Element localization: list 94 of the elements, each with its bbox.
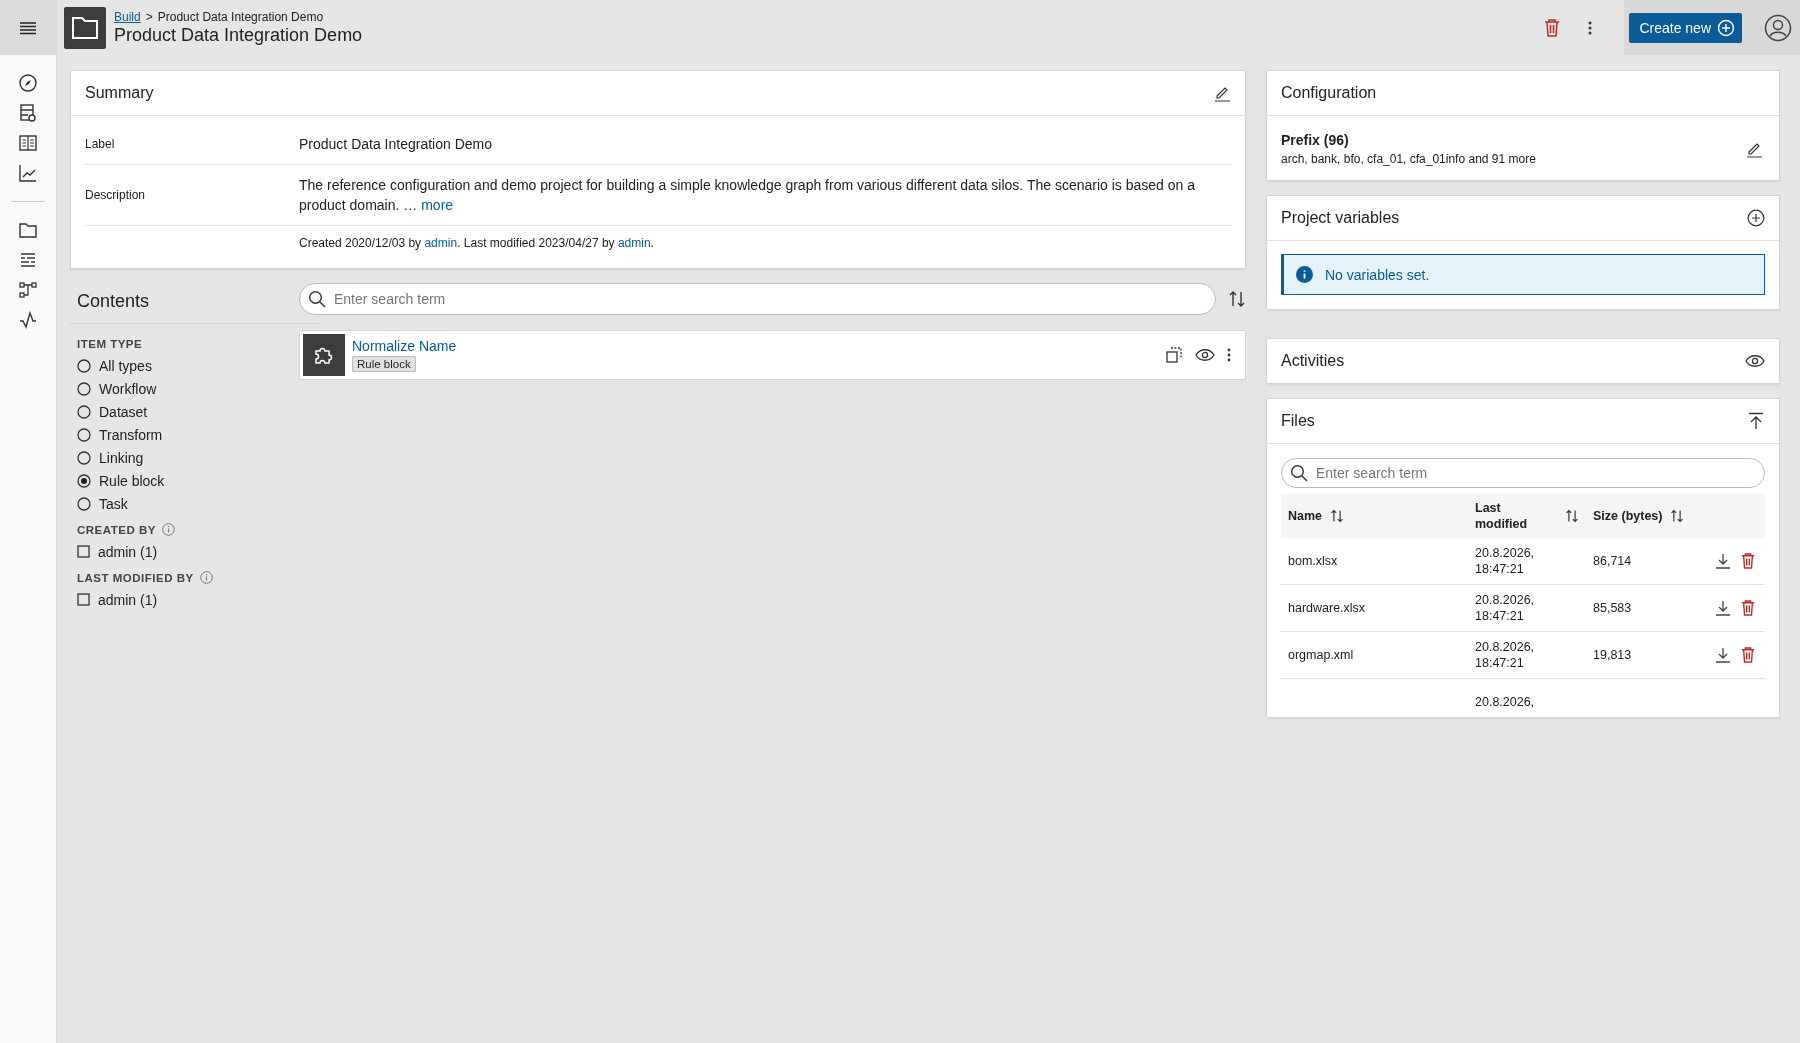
- search-field[interactable]: Enter search term: [299, 283, 1216, 315]
- more-icon[interactable]: [1227, 348, 1231, 362]
- card-title: Configuration: [1281, 84, 1377, 102]
- field-value: The reference configuration and demo project for building a simple knowledge graph from various different data silos. The scenario is based on a product domain. … more: [299, 176, 1196, 215]
- filter-radio[interactable]: Task: [77, 492, 299, 515]
- card-title: Project variables: [1281, 209, 1400, 227]
- download-icon[interactable]: [1715, 553, 1731, 569]
- item-link[interactable]: Normalize Name: [352, 338, 457, 354]
- table-cell-text: 20.8.2026, 18:47:21: [1475, 592, 1536, 624]
- column-header[interactable]: Last modified: [1475, 500, 1535, 532]
- info-icon: [1296, 266, 1313, 283]
- radio-icon[interactable]: [77, 450, 91, 465]
- user-icon[interactable]: [1764, 13, 1792, 42]
- sort-icon[interactable]: [1670, 509, 1685, 523]
- radio-icon[interactable]: [77, 427, 91, 442]
- radio-icon[interactable]: [77, 404, 91, 419]
- sort-icon[interactable]: [1565, 509, 1579, 523]
- table-cell: orgmap.xml: [1288, 647, 1354, 663]
- delete-icon[interactable]: [1544, 18, 1561, 37]
- folder-icon: [64, 6, 106, 49]
- field-label: Label: [85, 137, 116, 151]
- prefix-title: Prefix (96): [1281, 132, 1350, 148]
- card-title: Summary: [85, 84, 154, 102]
- info-icon[interactable]: [161, 523, 175, 536]
- column-header[interactable]: Name: [1288, 508, 1323, 524]
- activity-icon[interactable]: [18, 310, 38, 330]
- filter-radio[interactable]: All types: [77, 354, 299, 377]
- table-search-icon[interactable]: [18, 103, 38, 123]
- checkbox-icon[interactable]: [77, 545, 90, 558]
- more-icon[interactable]: [1588, 20, 1593, 35]
- filter-radio[interactable]: Dataset: [77, 400, 299, 423]
- column-header[interactable]: Size (bytes): [1593, 508, 1663, 524]
- filter-heading: ITEM TYPE: [77, 338, 143, 350]
- filter-checkbox[interactable]: admin (1): [77, 588, 299, 611]
- list-icon[interactable]: [18, 250, 38, 270]
- table-cell: hardware.xlsx: [1288, 600, 1366, 616]
- add-icon[interactable]: [1747, 209, 1765, 227]
- create-new-button[interactable]: Create new: [1629, 12, 1742, 43]
- card-title: Files: [1281, 412, 1315, 430]
- book-icon[interactable]: [18, 133, 38, 153]
- user-link[interactable]: admin: [617, 236, 651, 250]
- workflow-icon[interactable]: [18, 280, 38, 300]
- prefix-list: arch, bank, bfo, cfa_01, cfa_01info and 91 more: [1281, 152, 1536, 166]
- folder-icon[interactable]: [18, 220, 38, 240]
- checkbox-icon[interactable]: [77, 593, 90, 606]
- breadcrumb-separator: >: [145, 9, 153, 24]
- table-cell-text: 20.8.2026,: [1475, 694, 1536, 710]
- breadcrumb-current: Product Data Integration Demo: [157, 9, 324, 24]
- item-card[interactable]: Normalize Name Rule block: [299, 330, 1246, 380]
- download-icon[interactable]: [1715, 600, 1731, 616]
- more-link[interactable]: more: [421, 197, 454, 213]
- table-cell: 19,813: [1593, 647, 1632, 663]
- breadcrumb-link[interactable]: Build: [114, 9, 141, 24]
- plus-icon: [1717, 18, 1735, 37]
- filter-heading: CREATED BY: [77, 523, 156, 536]
- upload-icon[interactable]: [1747, 412, 1765, 430]
- field-value: Product Data Integration Demo: [299, 135, 492, 154]
- filter-radio[interactable]: Rule block: [77, 469, 299, 492]
- filter-checkbox[interactable]: admin (1): [77, 540, 299, 563]
- line-chart-icon[interactable]: [18, 163, 38, 183]
- field-label: Description: [85, 188, 147, 202]
- filter-heading: LAST MODIFIED BY: [77, 571, 194, 584]
- delete-icon[interactable]: [1741, 647, 1755, 663]
- menu-button[interactable]: [0, 0, 56, 55]
- compass-icon[interactable]: [18, 73, 38, 93]
- radio-icon[interactable]: [77, 358, 91, 373]
- delete-icon[interactable]: [1741, 600, 1755, 616]
- sort-icon[interactable]: [1228, 290, 1246, 308]
- search-field[interactable]: Enter search term: [1281, 458, 1765, 488]
- delete-icon[interactable]: [1741, 553, 1755, 569]
- table-cell: 86,714: [1593, 553, 1632, 569]
- table-cell-text: 20.8.2026, 18:47:21: [1475, 639, 1536, 671]
- metadata-text: Created 2020/12/03 by admin. Last modified 2023/04/27 by admin.: [299, 236, 654, 250]
- radio-icon[interactable]: [77, 473, 91, 488]
- filter-radio[interactable]: Linking: [77, 446, 299, 469]
- notice-text: No variables set.: [1325, 266, 1430, 283]
- table-cell: bom.xlsx: [1288, 553, 1338, 569]
- eye-icon[interactable]: [1745, 354, 1765, 368]
- copy-icon[interactable]: [1165, 346, 1183, 364]
- puzzle-icon: [303, 334, 345, 376]
- download-icon[interactable]: [1715, 647, 1731, 663]
- eye-icon[interactable]: [1195, 348, 1215, 362]
- sort-icon[interactable]: [1330, 509, 1345, 523]
- card-title: Activities: [1281, 352, 1345, 370]
- filter-radio[interactable]: Workflow: [77, 377, 299, 400]
- table-cell-text: 20.8.2026, 18:47:21: [1475, 545, 1536, 577]
- menu-icon: [19, 20, 37, 35]
- radio-icon[interactable]: [77, 381, 91, 396]
- radio-icon[interactable]: [77, 496, 91, 511]
- info-icon[interactable]: [199, 571, 213, 584]
- filter-radio[interactable]: Transform: [77, 423, 299, 446]
- item-type-tag: Rule block: [352, 356, 416, 372]
- page-title: Product Data Integration Demo: [114, 24, 363, 46]
- table-cell: 85,583: [1593, 600, 1632, 616]
